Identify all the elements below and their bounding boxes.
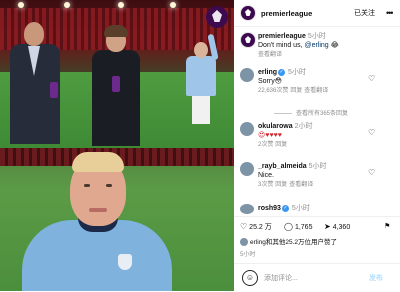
comment-time: 5小时 [288, 69, 306, 76]
comment-username[interactable]: okularowa [258, 123, 293, 130]
liked-by[interactable]: erling和其他25.2万位用户赞了 [240, 236, 338, 247]
avatar[interactable] [240, 162, 254, 176]
presenter-right [92, 25, 140, 146]
comment: rosh93 ✓ 5小时 [240, 204, 396, 216]
comment-likes[interactable]: 3次赞 [258, 182, 273, 188]
media-top-frame [0, 0, 234, 148]
share-icon: ➤ [324, 222, 331, 231]
avatar[interactable] [240, 204, 254, 214]
presenter-left [10, 22, 60, 144]
avatar[interactable] [240, 32, 256, 48]
following-button[interactable]: 已关注 [354, 8, 375, 18]
comment-time: 5小时 [291, 205, 310, 212]
heart-icon[interactable]: ♡ [368, 128, 375, 137]
post-header: premierleague 已关注 ••• [234, 0, 400, 27]
emoji-icon[interactable]: ☺ [242, 270, 258, 286]
translate-link[interactable]: 查看翻译 [304, 88, 328, 94]
comment-username[interactable]: erling [258, 69, 277, 76]
action-bar: ♡ 25.2 万 ◯ 1,765 ➤ 4,360 ⚑ [234, 216, 400, 233]
verified-icon: ✓ [278, 68, 286, 76]
caption-time: 5小时 [307, 33, 326, 40]
media-bottom-frame [0, 148, 234, 291]
heart-icon: ♡ [240, 222, 248, 231]
share-button[interactable]: ➤ 4,360 [324, 222, 350, 231]
post-media[interactable] [0, 0, 234, 291]
player-background [186, 33, 219, 128]
avatar[interactable] [240, 68, 254, 82]
caption: premierleague 5小时 Don't mind us, @erling… [240, 32, 396, 62]
caption-emoji: 😂 [330, 42, 339, 49]
comment-button[interactable]: ◯ 1,765 [284, 222, 312, 231]
reply-button[interactable]: 回复 [275, 182, 287, 188]
caption-username[interactable]: premierleague [258, 33, 306, 40]
post-time: 5小时 [240, 252, 256, 258]
liked-by-text: erling和其他25.2万位用户赞了 [250, 239, 338, 246]
microphone-icon [50, 82, 58, 98]
post-button[interactable]: 发布 [369, 273, 383, 283]
avatar[interactable] [240, 122, 254, 136]
reply-button[interactable]: 回复 [290, 88, 302, 94]
caption-mention[interactable]: @erling [304, 42, 328, 49]
premier-league-logo [206, 6, 228, 28]
microphone-icon [112, 76, 120, 92]
comment-text: Nice. [258, 172, 274, 179]
avatar[interactable] [240, 5, 256, 21]
more-horizontal-icon[interactable]: ••• [386, 8, 394, 18]
reply-button[interactable]: 回复 [275, 142, 287, 148]
header-username[interactable]: premierleague [261, 9, 312, 18]
comment-text: Sorry😳 [258, 78, 283, 85]
comment-time: 2小时 [294, 123, 313, 130]
comment-icon: ◯ [284, 222, 293, 231]
avatar [240, 238, 248, 247]
caption-text: Don't mind us, [258, 42, 305, 49]
comment: _rayb_almeida 5小时 Nice. 3次赞 回复 查看翻译 ♡ [240, 162, 396, 196]
translate-link[interactable]: 查看翻译 [258, 52, 282, 58]
like-button[interactable]: ♡ 25.2 万 [240, 222, 272, 232]
selfie-player [22, 152, 172, 291]
comment-likes[interactable]: 2次赞 [258, 142, 273, 148]
bookmark-icon[interactable]: ⚑ [384, 222, 390, 230]
add-comment-bar: ☺ 添加评论... 发布 [234, 263, 400, 292]
shares-count: 4,360 [332, 224, 351, 231]
translate-link[interactable]: 查看翻译 [289, 182, 313, 188]
comments-count: 1,765 [294, 224, 313, 231]
stadium-lights [0, 2, 234, 10]
heart-icon[interactable]: ♡ [368, 74, 375, 83]
instagram-post-view: premierleague 已关注 ••• premierleague 5小时 … [0, 0, 400, 291]
comment-username[interactable]: _rayb_almeida [258, 163, 307, 170]
club-crest-icon [118, 254, 132, 270]
view-replies-button[interactable]: 查看所有365条回复 [274, 108, 348, 117]
verified-icon: ✓ [281, 204, 289, 212]
comment-username[interactable]: rosh93 [258, 205, 281, 212]
post-side-panel: premierleague 已关注 ••• premierleague 5小时 … [234, 0, 400, 291]
likes-count: 25.2 万 [249, 224, 272, 231]
comment-time: 5小时 [308, 163, 327, 170]
comment-likes[interactable]: 22,636次赞 [258, 88, 288, 94]
comment: okularowa 2小时 😍♥♥♥♥ 2次赞 回复 ♡ [240, 122, 396, 152]
comment-text: 😍♥♥♥♥ [258, 132, 282, 139]
heart-icon[interactable]: ♡ [368, 168, 375, 177]
comment-input[interactable]: 添加评论... [264, 273, 298, 283]
